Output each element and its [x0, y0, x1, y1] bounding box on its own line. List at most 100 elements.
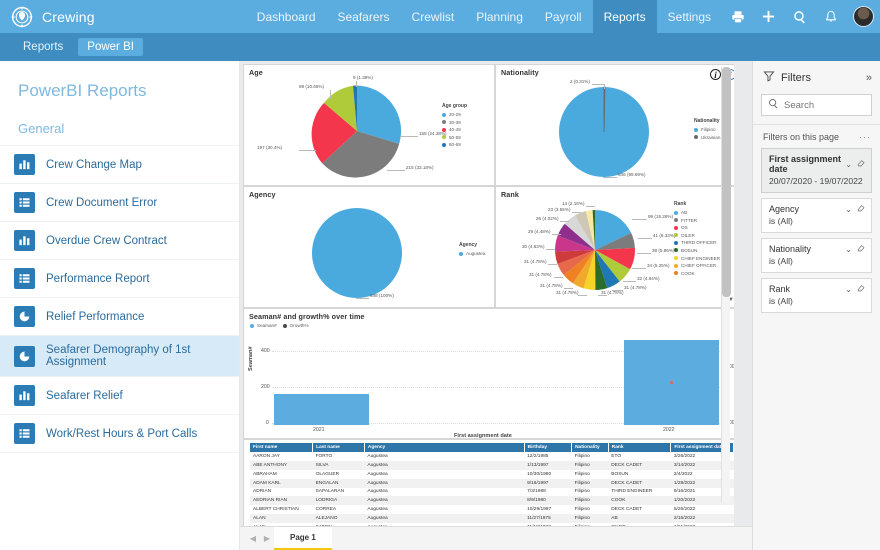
nav-seafarers[interactable]: Seafarers [327, 0, 401, 33]
filter-card-first-assignment-date[interactable]: First assignment date ⌄ 20/07/2020 - 19/… [761, 148, 872, 193]
filters-search-field[interactable] [784, 99, 865, 111]
funnel-icon [763, 70, 775, 85]
legend-item-20-29[interactable]: 20-29 [442, 112, 467, 117]
filter-card-nationality[interactable]: Nationality ⌄ is (All) [761, 238, 872, 273]
nav-crewlist[interactable]: Crewlist [401, 0, 466, 33]
chevron-down-icon[interactable]: ⌄ [845, 205, 852, 214]
nav-settings[interactable]: Settings [657, 0, 722, 33]
legend-item-30-39[interactable]: 30-39 [442, 120, 467, 125]
col-nationality[interactable]: Nationality [571, 443, 609, 453]
bell-icon[interactable] [815, 0, 846, 33]
table-row[interactable]: AARON JAY FORTO Augustea 12/2/1985 Filip… [250, 452, 734, 461]
legend-item-60-69[interactable]: 60-69 [442, 142, 467, 147]
table-row[interactable]: ABE ANTHONY SILVA Augustea 1/13/1997 Fil… [250, 461, 734, 470]
growth-point-2022[interactable] [670, 381, 673, 384]
chevron-down-icon[interactable]: ⌄ [845, 245, 852, 254]
tile-rank-pie[interactable]: Rank 99 (15.28%) 41 (6.33%) 38 (5.86%) 3… [495, 186, 734, 308]
tile-agency-pie[interactable]: Agency 648 (100%) Agency Augustea [243, 186, 495, 308]
bar-2021[interactable] [274, 394, 369, 425]
legend-item-ukrainian[interactable]: Ukrainian [694, 135, 720, 140]
table-row[interactable]: ALAN KATON Augustea 11/18/1983 Filipino … [250, 523, 734, 526]
avatar[interactable] [846, 0, 880, 33]
filter-card-agency[interactable]: Agency ⌄ is (All) [761, 198, 872, 233]
search-input[interactable] [761, 94, 872, 116]
legend-item-growth[interactable]: Growth% [282, 323, 309, 328]
sidebar-item-seafarer-relief[interactable]: Seafarer Relief [0, 377, 239, 415]
cell-nationality: Filipino [574, 506, 590, 512]
cell-nationality: Filipino [574, 489, 590, 495]
cell-rank: DECK CADET [608, 461, 671, 470]
legend-item-seaman[interactable]: Seaman# [250, 323, 277, 328]
col-birthday[interactable]: Birthday [524, 443, 573, 453]
nav-planning[interactable]: Planning [465, 0, 534, 33]
subnav-reports[interactable]: Reports [14, 38, 72, 56]
chevron-down-icon[interactable]: ⌄ [845, 285, 852, 294]
table-row[interactable]: AEDRIAN RIAN LODRIGA Augustea 8/9/1980 F… [250, 496, 734, 506]
eraser-icon[interactable] [857, 159, 865, 169]
search-icon[interactable] [784, 0, 815, 33]
filter-card-rank[interactable]: Rank ⌄ is (All) [761, 278, 872, 313]
col-first-name[interactable]: First name [250, 443, 314, 453]
canvas-scrollbar-thumb[interactable] [722, 67, 731, 297]
legend-item-ab[interactable]: AB [674, 210, 720, 215]
legend-item-third-officer[interactable]: THIRD OFFICER [674, 240, 720, 245]
sidebar-item-performance-report[interactable]: Performance Report [0, 260, 239, 298]
eraser-icon[interactable] [857, 284, 865, 294]
sidebar-item-crew-document-error[interactable]: Crew Document Error [0, 184, 239, 222]
legend-label: 60-69 [449, 142, 461, 148]
canvas-scrollbar-track[interactable] [721, 67, 731, 502]
plus-icon[interactable] [753, 0, 784, 33]
ellipsis-icon[interactable]: ··· [859, 132, 871, 142]
legend-item-oiler[interactable]: OILER [674, 233, 720, 238]
pie-leader-line [603, 177, 617, 178]
page-tab-page-1[interactable]: Page 1 [274, 527, 332, 550]
brand[interactable]: Crewing [0, 6, 95, 28]
legend-item-os[interactable]: OS [674, 225, 720, 230]
eraser-icon[interactable] [857, 244, 865, 254]
cell-rank: DECK CADET [611, 506, 643, 512]
eraser-icon[interactable] [857, 204, 865, 214]
chevron-right-icon[interactable]: ▶ [260, 527, 274, 550]
sidebar-item-label: Performance Report [46, 272, 150, 285]
table-row[interactable]: ALBERT CHRISTIAN CORREA Augustea 10/29/1… [250, 505, 734, 514]
legend-item-augustea[interactable]: Augustea [459, 251, 485, 256]
double-chevron-right-icon[interactable]: » [866, 72, 872, 84]
legend-label: Seaman# [257, 323, 277, 328]
table-row[interactable]: ADAM KARL ENGALAN Augustea 9/16/1997 Fil… [250, 478, 734, 488]
legend-item-chief-officer[interactable]: CHIEF OFFICER [674, 263, 720, 268]
table-row[interactable]: ABRAHAM OLAGUER Augustea 10/30/1980 Fili… [250, 470, 734, 479]
rank-label-3: 38 (5.86%) [652, 248, 675, 253]
tile-nationality-pie[interactable]: Nationality i i 2 (0.31%) 646 (99.69%) N… [495, 64, 734, 186]
nav-reports[interactable]: Reports [592, 0, 657, 33]
table-row[interactable]: ALAN ALEJANO Augustea 11/27/1975 Filipin… [250, 513, 734, 523]
cell-nationality: Filipino [574, 471, 590, 477]
legend-item-50-59[interactable]: 50-59 [442, 135, 467, 140]
legend-item-filipino[interactable]: Filipino [694, 127, 720, 132]
sidebar-item-overdue-crew-contract[interactable]: Overdue Crew Contract [0, 222, 239, 260]
legend-item-cook[interactable]: COOK [674, 271, 720, 276]
tile-age-pie[interactable]: Age 158 (24.38%) 215 (33.18%) 197 (30.4%… [243, 64, 495, 186]
table-row[interactable]: ADRIAN SAPALARAN Augustea 7/3/1988 Filip… [250, 488, 734, 497]
print-icon[interactable] [722, 0, 753, 33]
tile-seaman-growth-bar[interactable]: Seaman# and growth% over time Seaman# Gr… [243, 308, 734, 439]
sidebar-item-seafarer-demography-of-1st-assignment[interactable]: Seafarer Demography of 1st Assignment [0, 336, 239, 377]
subnav-power-bi[interactable]: Power BI [78, 38, 143, 56]
legend-label: Filipino [701, 127, 716, 132]
chevron-left-icon[interactable]: ◀ [246, 527, 260, 550]
col-agency[interactable]: Agency [364, 443, 525, 453]
legend-swatch [674, 271, 678, 276]
nav-payroll[interactable]: Payroll [534, 0, 593, 33]
legend-item-bosun[interactable]: BOSUN [674, 248, 720, 253]
sidebar-item-relief-performance[interactable]: Relief Performance [0, 298, 239, 336]
legend-swatch [674, 263, 678, 268]
tile-seafarer-table[interactable]: First name Last name Agency Birthday Nat… [243, 439, 734, 526]
nav-dashboard[interactable]: Dashboard [246, 0, 327, 33]
sidebar-item-work-rest-hours-port-calls[interactable]: Work/Rest Hours & Port Calls [0, 415, 239, 453]
chevron-down-icon[interactable]: ⌄ [845, 160, 852, 169]
col-rank[interactable]: Rank [608, 443, 672, 453]
col-last-name[interactable]: Last name [312, 443, 365, 453]
sidebar-item-crew-change-map[interactable]: Crew Change Map [0, 146, 239, 184]
legend-item-chief-engineer[interactable]: CHIEF ENGINEER [674, 256, 720, 261]
legend-item-40-49[interactable]: 40-49 [442, 127, 467, 132]
legend-item-fitter[interactable]: FITTER [674, 218, 720, 223]
